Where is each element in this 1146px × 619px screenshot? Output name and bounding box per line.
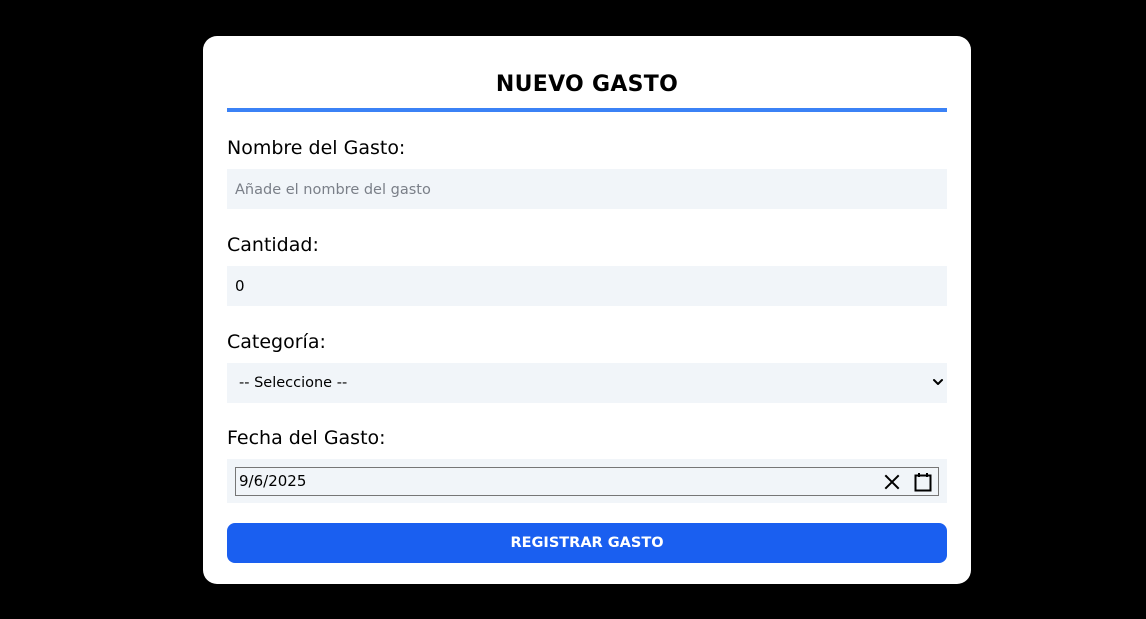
fecha-input[interactable]: 9/6/2025 bbox=[235, 467, 939, 496]
registrar-gasto-button[interactable]: REGISTRAR GASTO bbox=[227, 523, 947, 563]
nombre-field: Nombre del Gasto: Añade el nombre del ga… bbox=[227, 136, 947, 209]
title-divider bbox=[227, 108, 947, 112]
cantidad-value: 0 bbox=[235, 277, 245, 295]
cantidad-field: Cantidad: 0 bbox=[227, 233, 947, 306]
fecha-label: Fecha del Gasto: bbox=[227, 427, 386, 449]
categoria-select[interactable]: -- Seleccione -- bbox=[227, 363, 947, 403]
calendar-icon[interactable] bbox=[914, 472, 932, 492]
categoria-field: Categoría: -- Seleccione -- bbox=[227, 330, 947, 403]
fecha-input-wrapper: 9/6/2025 bbox=[227, 459, 947, 503]
cantidad-input[interactable]: 0 bbox=[227, 266, 947, 306]
chevron-down-icon bbox=[933, 379, 943, 385]
nombre-label: Nombre del Gasto: bbox=[227, 137, 406, 159]
cantidad-label: Cantidad: bbox=[227, 234, 319, 256]
categoria-label: Categoría: bbox=[227, 331, 326, 353]
nombre-input[interactable]: Añade el nombre del gasto bbox=[227, 169, 947, 209]
expense-form-card: NUEVO GASTO Nombre del Gasto: Añade el n… bbox=[203, 36, 971, 584]
fecha-value: 9/6/2025 bbox=[239, 472, 307, 490]
form-title: NUEVO GASTO bbox=[495, 72, 679, 97]
categoria-selected-value: -- Seleccione -- bbox=[239, 375, 348, 391]
fecha-field: Fecha del Gasto: 9/6/2025 bbox=[227, 426, 947, 503]
close-icon[interactable] bbox=[884, 474, 900, 490]
nombre-placeholder: Añade el nombre del gasto bbox=[235, 182, 431, 198]
